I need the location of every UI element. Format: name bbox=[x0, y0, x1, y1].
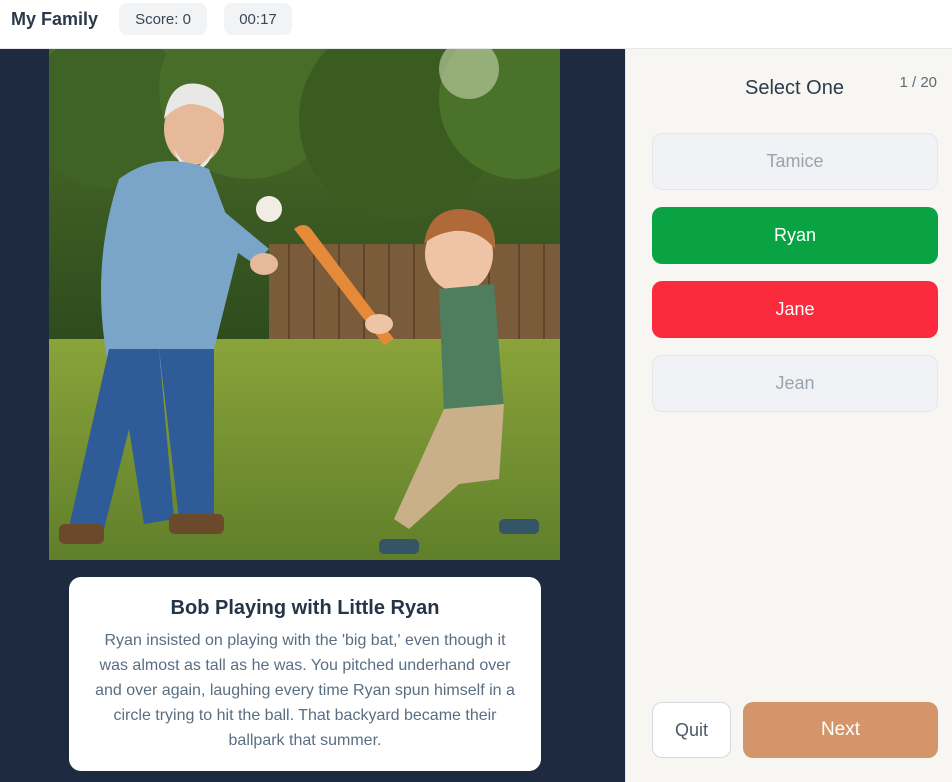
app-title: My Family bbox=[11, 9, 99, 29]
answer-option-jane[interactable]: Jane bbox=[652, 281, 938, 338]
photo-caption-card: Bob Playing with Little Ryan Ryan insist… bbox=[69, 577, 541, 771]
caption-title: Bob Playing with Little Ryan bbox=[170, 597, 440, 619]
caption-text: Ryan insisted on playing with the 'big b… bbox=[95, 632, 515, 749]
question-progress: 1 / 20 bbox=[899, 74, 937, 91]
timer-badge: 00:17 bbox=[224, 3, 292, 35]
answer-option-tamice[interactable]: Tamice bbox=[652, 133, 938, 190]
top-bar: My Family Score: 0 00:17 bbox=[0, 0, 952, 49]
answer-option-jean[interactable]: Jean bbox=[652, 355, 938, 412]
family-photo-image bbox=[49, 49, 560, 560]
answer-option-ryan[interactable]: Ryan bbox=[652, 207, 938, 264]
quiz-panel: Select One 1 / 20 Tamice Ryan Jane Jean … bbox=[625, 49, 952, 782]
photo-panel: Bob Playing with Little Ryan Ryan insist… bbox=[0, 49, 625, 782]
score-badge: Score: 0 bbox=[119, 3, 207, 35]
next-button[interactable]: Next bbox=[743, 702, 938, 758]
family-photo bbox=[49, 49, 560, 560]
quit-button[interactable]: Quit bbox=[652, 702, 731, 758]
